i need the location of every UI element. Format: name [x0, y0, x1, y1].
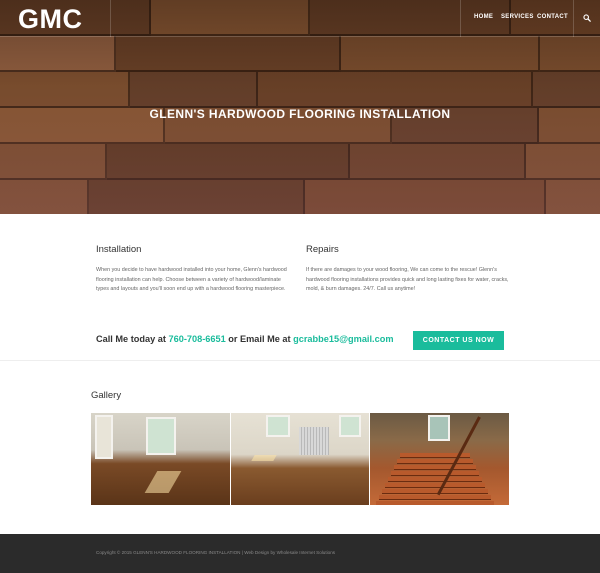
- window-shape: [146, 417, 176, 455]
- hero-banner: GMC HOME SERVICES CONTACT GLENN'S HARDWO…: [0, 0, 600, 214]
- header-divider: [0, 36, 600, 37]
- gallery-image-hallway-radiator[interactable]: [230, 413, 370, 505]
- window-shape: [265, 415, 290, 437]
- stair-step: [391, 471, 480, 476]
- footer-copyright: Copyright © 2015 GLENN'S HARDWOOD FLOORI…: [96, 550, 336, 555]
- service-title-installation: Installation: [96, 244, 142, 255]
- call-to-action-text: Call Me today at 760-708-6651 or Email M…: [96, 334, 393, 344]
- service-title-repairs: Repairs: [306, 244, 339, 255]
- section-divider: [0, 360, 600, 361]
- contact-us-button[interactable]: CONTACT US NOW: [413, 331, 504, 350]
- radiator-shape: [298, 427, 329, 455]
- phone-link[interactable]: 760-708-6651: [169, 334, 226, 344]
- nav-services[interactable]: SERVICES: [501, 14, 534, 24]
- gallery-image-room-window[interactable]: [91, 413, 230, 505]
- service-body-repairs: If there are damages to your wood floori…: [306, 267, 509, 292]
- stair-step: [394, 465, 477, 470]
- site-logo[interactable]: GMC: [18, 4, 83, 35]
- email-link[interactable]: gcrabbe15@gmail.com: [293, 334, 393, 344]
- nav-contact[interactable]: CONTACT: [537, 14, 568, 24]
- gallery-image-staircase[interactable]: [370, 413, 510, 505]
- header-grid-line: [573, 0, 574, 37]
- stair-step: [385, 483, 486, 488]
- gallery-title: Gallery: [91, 390, 122, 401]
- stair-step: [388, 477, 483, 482]
- window-shape: [338, 415, 361, 437]
- cta-prefix: Call Me today at: [96, 334, 169, 344]
- nav-home[interactable]: HOME: [474, 14, 493, 24]
- stair-step: [382, 489, 489, 494]
- search-icon[interactable]: [583, 14, 591, 22]
- cta-middle: or Email Me at: [225, 334, 294, 344]
- gallery-grid: [91, 413, 510, 505]
- hero-title: GLENN'S HARDWOOD FLOORING INSTALLATION: [149, 107, 451, 121]
- sunlight-patch: [144, 471, 182, 493]
- window-shape: [428, 415, 451, 441]
- stair-step: [397, 459, 474, 464]
- sunlight-patch: [250, 455, 277, 461]
- header-grid-line: [460, 0, 461, 37]
- blinds-shape: [95, 415, 113, 459]
- header-grid-line: [110, 0, 111, 37]
- footer: Copyright © 2015 GLENN'S HARDWOOD FLOORI…: [0, 534, 600, 573]
- stair-step: [379, 495, 492, 500]
- stair-step: [376, 501, 495, 505]
- service-body-installation: When you decide to have hardwood install…: [96, 267, 287, 292]
